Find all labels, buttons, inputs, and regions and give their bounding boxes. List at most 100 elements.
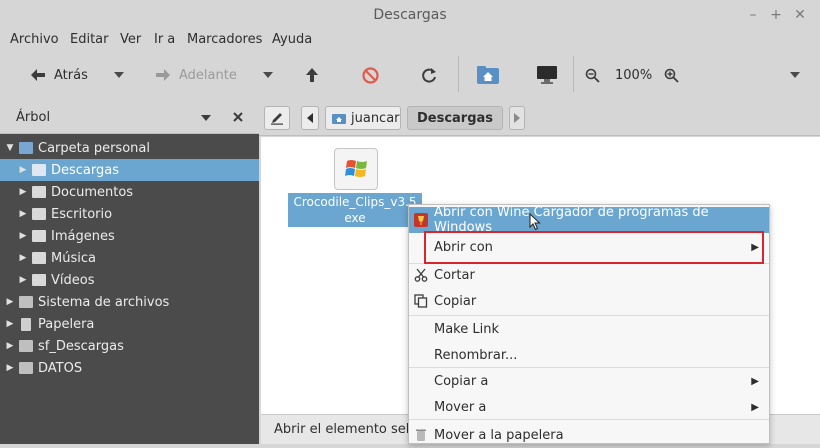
tree-item-label: Carpeta personal [38, 140, 150, 156]
breadcrumb-descargas[interactable]: Descargas [407, 106, 503, 130]
sidebar-mode-dropdown[interactable] [201, 115, 211, 121]
home-button[interactable] [476, 62, 500, 88]
menu-bar: Archivo Editar Ver Ir a Marcadores Ayuda [0, 30, 820, 50]
tree-item-imagenes[interactable]: ▶ Imágenes [0, 225, 259, 247]
expander-closed-icon[interactable]: ▶ [18, 187, 28, 197]
tree-item-label: sf_Descargas [38, 338, 124, 354]
chevron-down-icon [263, 72, 273, 78]
menu-editar[interactable]: Editar [70, 32, 109, 47]
breadcrumb-label: Descargas [416, 110, 494, 126]
tree-item-musica[interactable]: ▶ Música [0, 247, 259, 269]
menu-item-copy-to[interactable]: Copiar a ▶ [409, 368, 769, 394]
menu-item-rename[interactable]: Renombrar... [409, 342, 769, 368]
copy-icon [414, 294, 428, 308]
menu-item-open-with-wine[interactable]: Abrir con Wine Cargador de programas de … [409, 205, 769, 235]
file-name-line: exe [344, 211, 366, 225]
computer-button[interactable] [536, 62, 558, 88]
menu-archivo[interactable]: Archivo [10, 32, 59, 47]
menu-item-move-to[interactable]: Mover a ▶ [409, 394, 769, 420]
downloads-folder-icon [32, 164, 46, 176]
maximize-button[interactable]: + [767, 6, 785, 24]
path-scroll-right-button[interactable] [509, 106, 525, 130]
breadcrumb-juancar[interactable]: juancar [325, 106, 401, 130]
tree-item-label: Documentos [51, 184, 134, 200]
reload-button[interactable] [421, 62, 438, 88]
tree-item-escritorio[interactable]: ▶ Escritorio [0, 203, 259, 225]
close-button[interactable]: ✕ [791, 6, 809, 24]
zoom-in-icon [664, 68, 679, 83]
tree-item-datos[interactable]: ▶ DATOS [0, 357, 259, 379]
videos-folder-icon [32, 274, 46, 286]
menu-marcadores[interactable]: Marcadores [187, 32, 262, 47]
tree-item-papelera[interactable]: ▶ Papelera [0, 313, 259, 335]
tree-item-label: Escritorio [51, 206, 113, 222]
file-manager-window: Descargas – + ✕ Archivo Editar Ver Ir a … [0, 0, 820, 444]
home-folder-icon [477, 66, 499, 84]
tree-item-sistema-de-archivos[interactable]: ▶ Sistema de archivos [0, 291, 259, 313]
menu-item-make-link[interactable]: Make Link [409, 316, 769, 342]
menu-item-label: Copiar [434, 293, 477, 309]
zoom-level[interactable]: 100% [615, 62, 652, 88]
toolbar-separator [458, 56, 459, 92]
expander-closed-icon[interactable]: ▶ [5, 363, 15, 373]
zoom-label: 100% [615, 67, 653, 83]
menu-ir-a[interactable]: Ir a [154, 32, 175, 47]
tree-item-label: Sistema de archivos [38, 294, 170, 310]
up-button[interactable] [305, 62, 319, 88]
minimize-button[interactable]: – [744, 6, 762, 24]
zoom-in-button[interactable] [664, 62, 679, 88]
tree-item-documentos[interactable]: ▶ Documentos [0, 181, 259, 203]
path-scroll-left-button[interactable] [301, 106, 319, 130]
annotation-highlight-box [424, 231, 764, 264]
zoom-out-button[interactable] [585, 62, 600, 88]
expander-closed-icon[interactable]: ▶ [18, 275, 28, 285]
menu-item-label: Copiar a [434, 373, 489, 389]
tree-item-label: Descargas [51, 162, 120, 178]
file-name-label[interactable]: Crocodile_Clips_v3.5 exe [288, 193, 422, 227]
submenu-arrow-icon: ▶ [751, 375, 759, 387]
tree-item-descargas[interactable]: ▶ Descargas [0, 159, 259, 181]
forward-history-dropdown[interactable] [263, 62, 273, 88]
menu-item-copy[interactable]: Copiar [409, 288, 769, 314]
menu-item-move-to-trash[interactable]: Mover a la papelera [409, 422, 769, 448]
reload-icon [422, 67, 436, 83]
sidebar-tree-pane: Árbol ▼ Carpeta personal ▶ Descargas ▶ D… [0, 100, 259, 444]
trash-icon [21, 317, 31, 331]
close-sidebar-icon[interactable] [233, 112, 243, 122]
tree-item-carpeta-personal[interactable]: ▼ Carpeta personal [0, 137, 259, 159]
expander-closed-icon[interactable]: ▶ [18, 253, 28, 263]
forward-button[interactable]: Adelante [155, 62, 237, 88]
forward-label: Adelante [179, 67, 237, 83]
expander-closed-icon[interactable]: ▶ [18, 231, 28, 241]
trash-icon [416, 429, 426, 441]
back-button[interactable]: Atrás [30, 62, 88, 88]
zoom-out-icon [585, 68, 600, 83]
file-name-line: Crocodile_Clips_v3.5 [293, 195, 417, 209]
menu-ayuda[interactable]: Ayuda [272, 32, 312, 47]
arrow-left-icon [31, 69, 45, 81]
menu-item-label: Make Link [434, 321, 499, 337]
home-folder-icon [332, 114, 346, 124]
toggle-location-entry-button[interactable] [264, 106, 290, 130]
toolbar: Atrás Adelante 100% [0, 52, 820, 98]
back-history-dropdown[interactable] [114, 62, 124, 88]
expander-open-icon[interactable]: ▼ [5, 143, 15, 153]
expander-closed-icon[interactable]: ▶ [18, 209, 28, 219]
tree-item-videos[interactable]: ▶ Vídeos [0, 269, 259, 291]
tree-item-label: DATOS [38, 360, 83, 376]
expander-closed-icon[interactable]: ▶ [18, 165, 28, 175]
menu-item-label: Mover a [434, 399, 487, 415]
filesystem-icon [19, 296, 33, 308]
menu-ver[interactable]: Ver [120, 32, 141, 47]
expander-closed-icon[interactable]: ▶ [5, 341, 15, 351]
wine-icon [414, 213, 428, 227]
expander-closed-icon[interactable]: ▶ [5, 319, 15, 329]
chevron-left-icon [307, 113, 313, 123]
toolbar-overflow-dropdown[interactable] [790, 62, 800, 88]
tree-item-label: Vídeos [51, 272, 95, 288]
file-item-crocodile-clips[interactable] [334, 148, 378, 190]
expander-closed-icon[interactable]: ▶ [5, 297, 15, 307]
stop-button[interactable] [362, 62, 379, 88]
menu-item-cut[interactable]: Cortar [409, 262, 769, 288]
tree-item-sf-descargas[interactable]: ▶ sf_Descargas [0, 335, 259, 357]
